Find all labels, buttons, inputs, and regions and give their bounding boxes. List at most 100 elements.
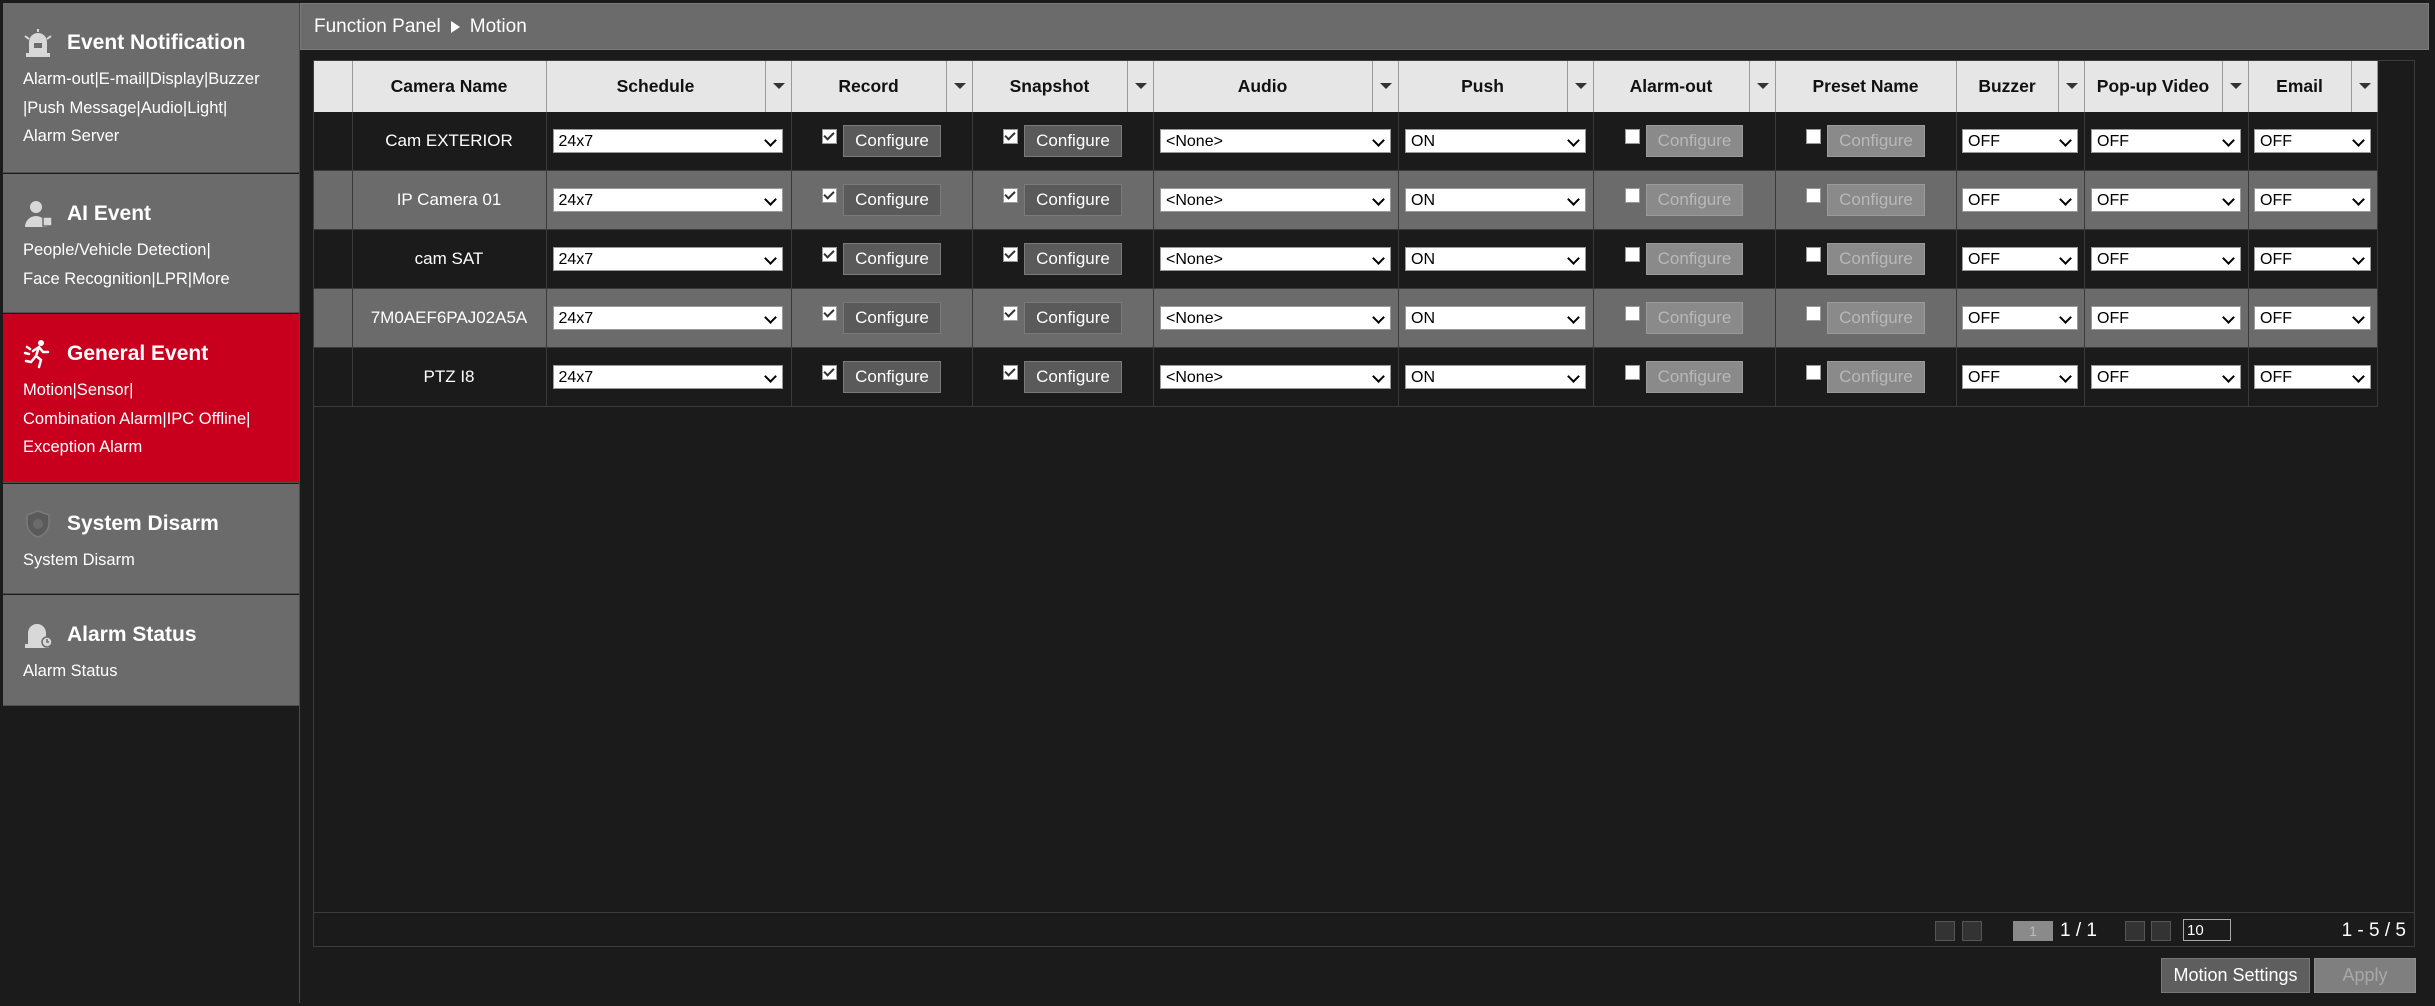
motion-settings-button[interactable]: Motion Settings <box>2161 958 2310 993</box>
snapshot-checkbox[interactable] <box>1003 128 1019 144</box>
push-select[interactable]: ON <box>1405 188 1586 212</box>
last-page-icon[interactable] <box>2151 921 2171 941</box>
buzzer-select[interactable]: OFF <box>1962 306 2078 330</box>
preset-configure-button[interactable]: Configure <box>1827 125 1925 157</box>
table-row[interactable]: IP Camera 01 24x7 Configure Configure <None>… <box>314 170 2378 230</box>
alarm-out-checkbox[interactable] <box>1624 128 1640 144</box>
schedule-select[interactable]: 24x7 <box>552 129 783 153</box>
table-row[interactable]: 7M0AEF6PAJ02A5A 24x7 Configure Configure <No… <box>314 288 2378 348</box>
row-select-cell[interactable] <box>314 288 353 348</box>
sidebar-section-alarm-status[interactable]: Alarm Status Alarm Status <box>3 595 299 706</box>
push-select[interactable]: ON <box>1405 365 1586 389</box>
sidebar-link-line[interactable]: System Disarm <box>23 546 299 575</box>
page-size-select[interactable]: 10 <box>2183 919 2231 941</box>
apply-button[interactable]: Apply <box>2314 958 2416 993</box>
snapshot-configure-button[interactable]: Configure <box>1024 243 1122 275</box>
email-select[interactable]: OFF <box>2254 365 2371 389</box>
alarm-out-configure-button[interactable]: Configure <box>1645 361 1744 393</box>
sidebar-link-line[interactable]: People/Vehicle Detection| <box>23 236 299 265</box>
preset-checkbox[interactable] <box>1806 128 1822 144</box>
audio-select[interactable]: <None> <box>1160 188 1391 212</box>
record-configure-button[interactable]: Configure <box>843 243 941 275</box>
sidebar-link-line[interactable]: Alarm Server <box>23 122 299 151</box>
snapshot-configure-button[interactable]: Configure <box>1024 302 1122 334</box>
audio-select[interactable]: <None> <box>1160 306 1391 330</box>
alarm-out-checkbox[interactable] <box>1624 364 1640 380</box>
record-checkbox[interactable] <box>822 364 838 380</box>
sidebar-section-event-notification[interactable]: Event Notification Alarm-out|E-mail|Disp… <box>3 3 299 173</box>
audio-select[interactable]: <None> <box>1160 247 1391 271</box>
sidebar-link-line[interactable]: Alarm Status <box>23 657 299 686</box>
sidebar-link-line[interactable]: Face Recognition|LPR|More <box>23 265 299 294</box>
record-checkbox[interactable] <box>822 305 838 321</box>
sidebar-section-ai-event[interactable]: AI Event People/Vehicle Detection| Face … <box>3 174 299 313</box>
popup-video-select[interactable]: OFF <box>2091 247 2241 271</box>
alarm-out-checkbox[interactable] <box>1624 187 1640 203</box>
push-select[interactable]: ON <box>1405 306 1586 330</box>
audio-select[interactable]: <None> <box>1160 365 1391 389</box>
preset-checkbox[interactable] <box>1806 364 1822 380</box>
column-dropdown-icon[interactable] <box>2221 61 2248 112</box>
schedule-select[interactable]: 24x7 <box>552 306 783 330</box>
buzzer-select[interactable]: OFF <box>1962 247 2078 271</box>
popup-video-select[interactable]: OFF <box>2091 365 2241 389</box>
row-select-cell[interactable] <box>314 170 353 230</box>
column-dropdown-icon[interactable] <box>1748 61 1775 112</box>
row-select-cell[interactable] <box>314 347 353 407</box>
email-select[interactable]: OFF <box>2254 247 2371 271</box>
record-configure-button[interactable]: Configure <box>843 361 941 393</box>
preset-configure-button[interactable]: Configure <box>1827 243 1925 275</box>
snapshot-checkbox[interactable] <box>1003 305 1019 321</box>
snapshot-configure-button[interactable]: Configure <box>1024 125 1122 157</box>
buzzer-select[interactable]: OFF <box>1962 365 2078 389</box>
buzzer-select[interactable]: OFF <box>1962 188 2078 212</box>
email-select[interactable]: OFF <box>2254 306 2371 330</box>
schedule-select[interactable]: 24x7 <box>552 365 783 389</box>
email-select[interactable]: OFF <box>2254 188 2371 212</box>
record-checkbox[interactable] <box>822 187 838 203</box>
schedule-select[interactable]: 24x7 <box>552 247 783 271</box>
snapshot-configure-button[interactable]: Configure <box>1024 361 1122 393</box>
sidebar-link-line[interactable]: Exception Alarm <box>23 433 299 462</box>
sidebar-link-line[interactable]: Motion|Sensor| <box>23 376 299 405</box>
audio-select[interactable]: <None> <box>1160 129 1391 153</box>
column-dropdown-icon[interactable] <box>1566 61 1593 112</box>
preset-checkbox[interactable] <box>1806 187 1822 203</box>
alarm-out-checkbox[interactable] <box>1624 246 1640 262</box>
column-dropdown-icon[interactable] <box>764 61 791 112</box>
breadcrumb-root[interactable]: Function Panel <box>314 16 441 38</box>
table-row[interactable]: Cam EXTERIOR 24x7 Configure Configure <None>… <box>314 112 2378 171</box>
table-row[interactable]: PTZ I8 24x7 Configure Configure <None> ON Conf… <box>314 347 2378 407</box>
preset-checkbox[interactable] <box>1806 246 1822 262</box>
sidebar-link-line[interactable]: Alarm-out|E-mail|Display|Buzzer <box>23 65 299 94</box>
email-select[interactable]: OFF <box>2254 129 2371 153</box>
row-select-cell[interactable] <box>314 112 353 171</box>
next-page-icon[interactable] <box>2125 921 2145 941</box>
sidebar-section-general-event[interactable]: General Event Motion|Sensor| Combination… <box>3 314 299 483</box>
record-configure-button[interactable]: Configure <box>843 184 941 216</box>
prev-page-icon[interactable] <box>1962 921 1982 941</box>
popup-video-select[interactable]: OFF <box>2091 188 2241 212</box>
snapshot-checkbox[interactable] <box>1003 246 1019 262</box>
preset-checkbox[interactable] <box>1806 305 1822 321</box>
alarm-out-checkbox[interactable] <box>1624 305 1640 321</box>
column-dropdown-icon[interactable] <box>945 61 972 112</box>
table-row[interactable]: cam SAT 24x7 Configure Configure <None> ON Con… <box>314 229 2378 289</box>
column-dropdown-icon[interactable] <box>2350 61 2377 112</box>
alarm-out-configure-button[interactable]: Configure <box>1645 125 1744 157</box>
alarm-out-configure-button[interactable]: Configure <box>1645 243 1744 275</box>
snapshot-checkbox[interactable] <box>1003 187 1019 203</box>
buzzer-select[interactable]: OFF <box>1962 129 2078 153</box>
sidebar-link-line[interactable]: Combination Alarm|IPC Offline| <box>23 405 299 434</box>
snapshot-configure-button[interactable]: Configure <box>1024 184 1122 216</box>
column-dropdown-icon[interactable] <box>2057 61 2084 112</box>
sidebar-link-line[interactable]: |Push Message|Audio|Light| <box>23 94 299 123</box>
push-select[interactable]: ON <box>1405 129 1586 153</box>
alarm-out-configure-button[interactable]: Configure <box>1645 184 1744 216</box>
row-select-cell[interactable] <box>314 229 353 289</box>
column-dropdown-icon[interactable] <box>1126 61 1153 112</box>
preset-configure-button[interactable]: Configure <box>1827 302 1925 334</box>
record-checkbox[interactable] <box>822 246 838 262</box>
preset-configure-button[interactable]: Configure <box>1827 184 1925 216</box>
schedule-select[interactable]: 24x7 <box>552 188 783 212</box>
